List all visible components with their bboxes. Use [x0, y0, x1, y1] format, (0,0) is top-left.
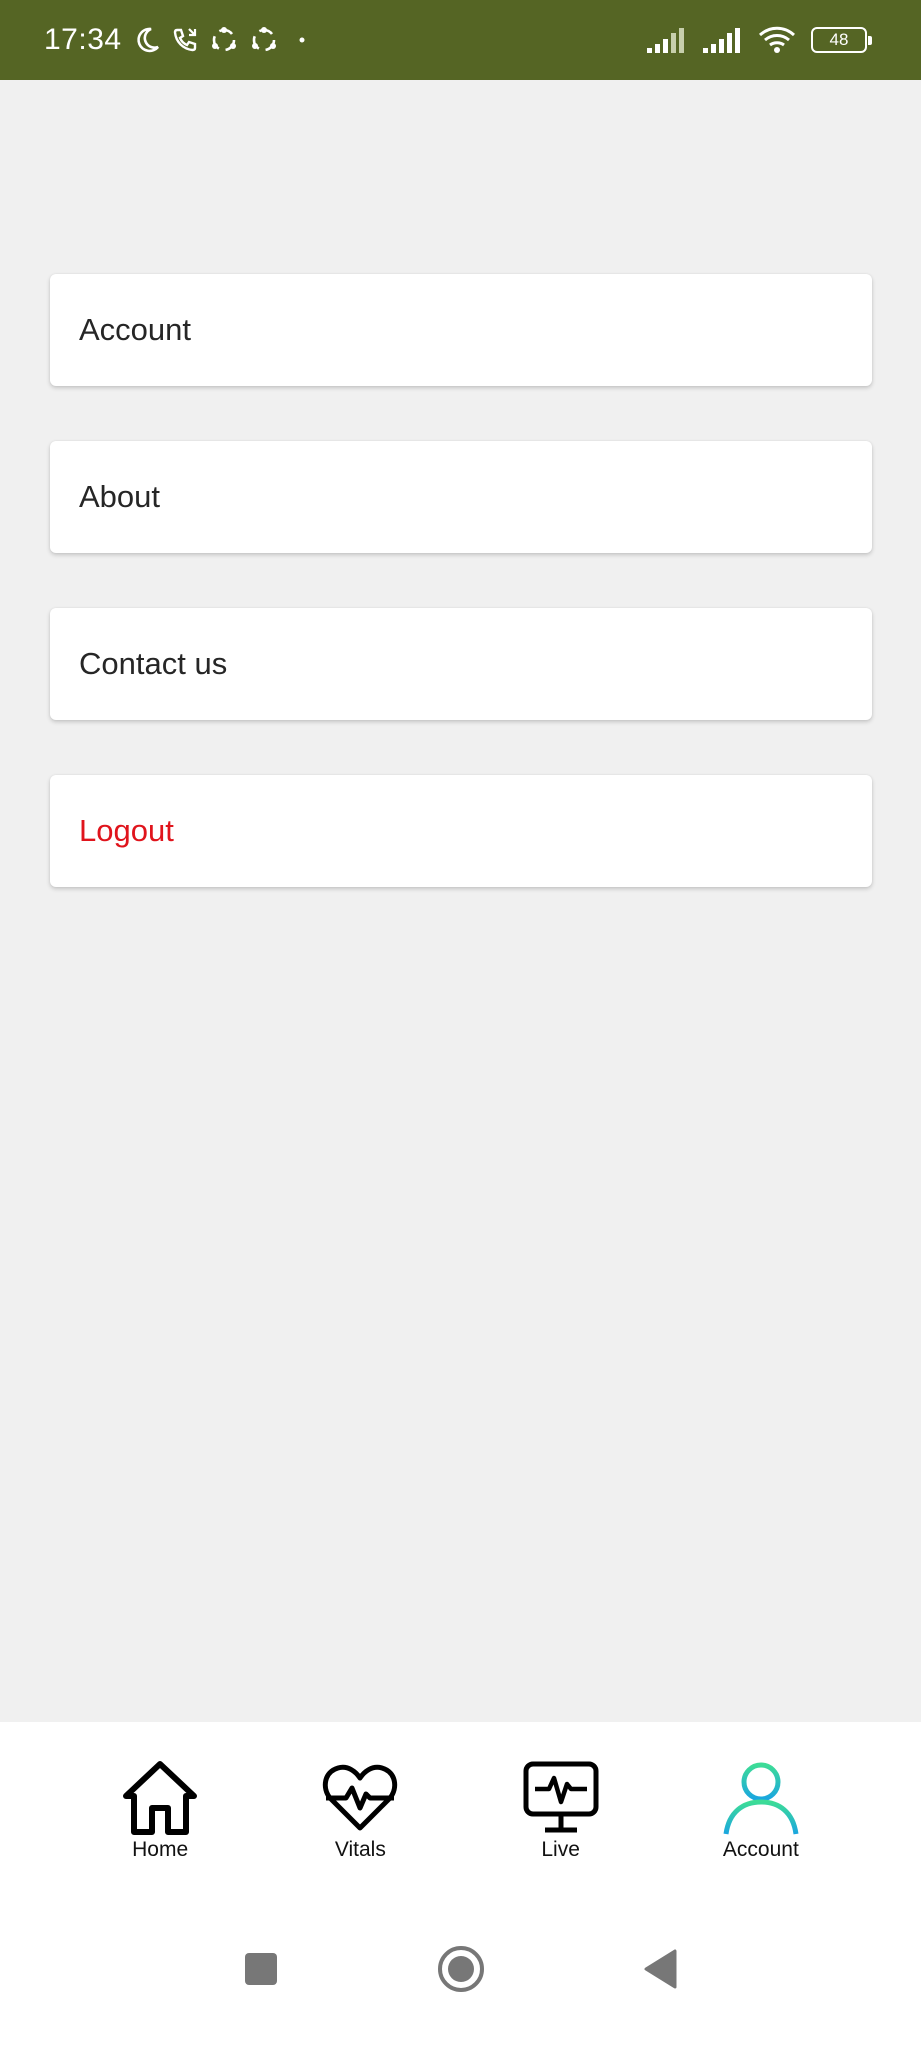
back-button[interactable]	[631, 1939, 691, 1999]
tab-vitals-label: Vitals	[334, 1838, 386, 1861]
dot-icon	[299, 37, 305, 43]
status-bar: 17:34 48	[0, 0, 921, 80]
tab-live-label: Live	[541, 1838, 580, 1861]
menu-item-logout[interactable]: Logout	[50, 775, 872, 887]
home-system-button[interactable]	[431, 1939, 491, 1999]
sync-icon	[251, 27, 276, 52]
battery-icon: 48	[811, 27, 872, 53]
wifi-icon	[758, 26, 796, 53]
recents-icon	[244, 1953, 277, 1985]
back-icon	[644, 1949, 676, 1989]
status-notification-icons	[132, 24, 312, 56]
tab-account[interactable]: Account	[691, 1758, 831, 1900]
home-icon	[123, 1761, 198, 1835]
system-nav-bar	[0, 1900, 921, 2048]
status-right: 48	[645, 25, 872, 55]
signal-icon	[703, 28, 740, 53]
moon-icon	[136, 27, 159, 53]
bottom-tab-bar: Home Vitals Live Account	[0, 1722, 921, 1900]
status-left: 17:34	[44, 23, 312, 57]
call-icon	[173, 28, 196, 52]
monitor-pulse-icon	[523, 1761, 599, 1833]
heart-pulse-icon	[323, 1764, 398, 1831]
menu-item-contact-us[interactable]: Contact us	[50, 608, 872, 720]
signal-icon	[647, 28, 684, 53]
menu-item-about[interactable]: About	[50, 441, 872, 553]
battery-level: 48	[829, 30, 849, 49]
tab-home[interactable]: Home	[90, 1758, 230, 1900]
tab-live[interactable]: Live	[491, 1758, 631, 1900]
sync-icon	[211, 27, 236, 52]
tab-vitals[interactable]: Vitals	[290, 1758, 430, 1900]
home-circle-icon	[437, 1946, 484, 1992]
user-icon	[723, 1762, 799, 1835]
menu-item-account[interactable]: Account	[50, 274, 872, 386]
tab-account-label: Account	[722, 1838, 799, 1861]
recents-button[interactable]	[231, 1939, 291, 1999]
account-menu: Account About Contact us Logout	[50, 274, 872, 942]
tab-home-label: Home	[132, 1838, 189, 1861]
status-time: 17:34	[44, 23, 122, 56]
